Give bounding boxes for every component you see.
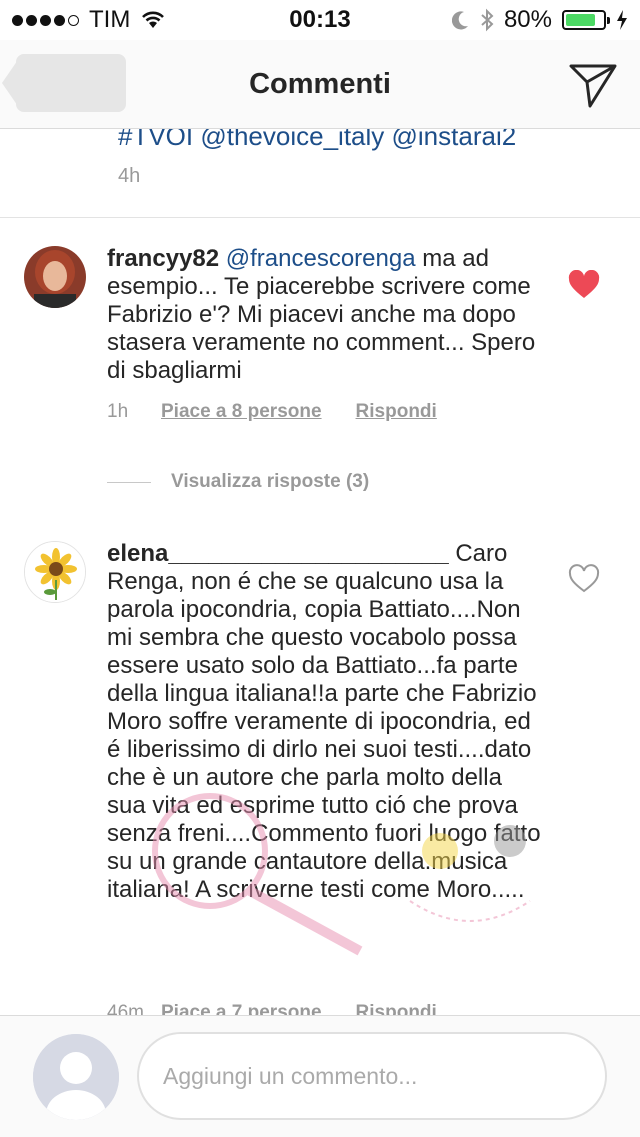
caption-hashtags[interactable]: #TVOI @thevoice_italy @instarai2: [118, 129, 516, 152]
comment-input[interactable]: [137, 1032, 607, 1120]
send-icon[interactable]: [568, 62, 618, 108]
comment-body: elena_____________________ Caro Renga, n…: [107, 540, 547, 904]
divider-line: [107, 481, 151, 483]
comment-text: Caro Renga, non é che se qualcuno usa la…: [107, 540, 541, 903]
status-bar: TIM 00:13 80%: [0, 0, 640, 40]
heart-outline-icon[interactable]: [568, 564, 600, 594]
comment-meta: 46m Piace a 7 persone Rispondi: [107, 1002, 437, 1015]
avatar[interactable]: [24, 246, 86, 308]
comment-body: francyy82 @francescorenga ma ad esempio.…: [107, 245, 547, 385]
comment-input-bar: [0, 1015, 640, 1137]
heart-icon[interactable]: [568, 270, 600, 300]
page-title: Commenti: [249, 68, 391, 100]
battery-icon: [562, 10, 610, 30]
reply-link[interactable]: Rispondi: [356, 401, 437, 423]
view-replies-label: Visualizza risposte (3): [171, 471, 370, 492]
comment-mention[interactable]: @francescorenga: [226, 245, 416, 272]
charging-bolt-icon: [617, 10, 627, 30]
avatar-placeholder-icon: [33, 1034, 119, 1120]
battery-percent: 80%: [503, 6, 552, 33]
comment-username[interactable]: francyy82: [107, 245, 219, 272]
caption-timestamp: 4h: [118, 165, 141, 187]
view-replies-button[interactable]: Visualizza risposte (3): [107, 471, 369, 493]
likes-link[interactable]: Piace a 7 persone: [161, 1002, 322, 1015]
moon-icon: [451, 11, 468, 30]
status-right: 80%: [451, 6, 628, 34]
divider: [0, 217, 640, 218]
likes-link[interactable]: Piace a 8 persone: [161, 401, 322, 423]
bluetooth-icon: [481, 8, 494, 32]
comment-time: 46m: [107, 1002, 144, 1015]
comment-username[interactable]: elena_____________________: [107, 540, 449, 567]
avatar[interactable]: [24, 541, 86, 603]
comments-list[interactable]: #TVOI @thevoice_italy @instarai2 4h fran…: [0, 129, 640, 1015]
comment-meta: 1h Piace a 8 persone Rispondi: [107, 401, 437, 423]
nav-bar: Commenti: [0, 40, 640, 129]
comment-time: 1h: [107, 401, 129, 422]
reply-link[interactable]: Rispondi: [356, 1002, 437, 1015]
